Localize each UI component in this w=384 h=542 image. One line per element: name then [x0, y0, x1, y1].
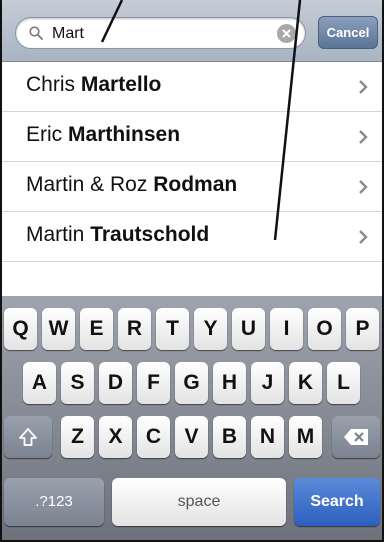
- device-frame-border: [0, 0, 384, 542]
